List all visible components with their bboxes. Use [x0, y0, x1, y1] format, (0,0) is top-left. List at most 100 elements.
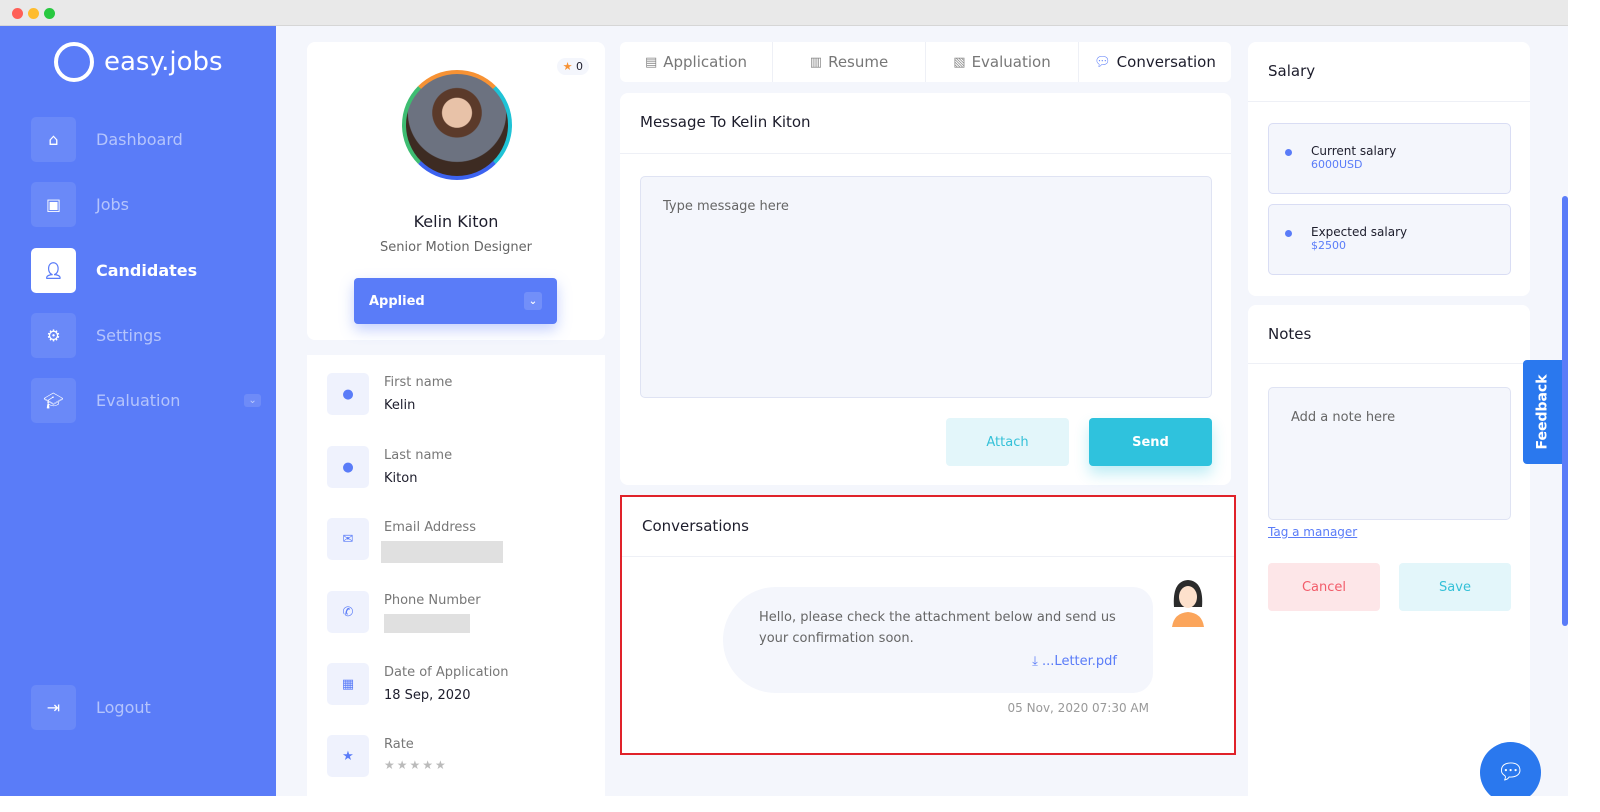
profile-card: ★ 0 Kelin Kiton Senior Motion Designer A… — [307, 42, 605, 340]
sidebar-item-jobs[interactable]: ▣ Jobs — [31, 182, 129, 227]
phone-field: ✆ Phone Number — [327, 591, 481, 633]
home-icon: ⌂ — [31, 117, 76, 162]
star-icon: ★ — [562, 60, 573, 73]
bullet-icon — [1285, 149, 1292, 156]
maximize-window-button[interactable] — [44, 8, 55, 19]
salary-value: 6000USD — [1311, 158, 1363, 171]
user-icon: 👤︎ — [31, 248, 76, 293]
clipboard-icon: ▧ — [953, 54, 966, 70]
field-label: Date of Application — [384, 665, 509, 680]
sidebar-item-dashboard[interactable]: ⌂ Dashboard — [31, 117, 183, 162]
message-bubble: Hello, please check the attachment below… — [723, 587, 1153, 693]
tab-label: Application — [663, 53, 748, 71]
chevron-down-icon: ⌄ — [524, 292, 542, 310]
field-value: Kelin — [384, 398, 416, 413]
rating-badge: ★ 0 — [556, 58, 589, 75]
message-placeholder: Type message here — [663, 199, 789, 214]
conversations-title: Conversations — [622, 497, 1234, 557]
salary-title: Salary — [1248, 42, 1530, 102]
salary-label: Current salary — [1311, 144, 1397, 158]
download-icon: ⤓ — [1032, 654, 1038, 669]
nav-label: Dashboard — [96, 130, 183, 149]
cancel-button[interactable]: Cancel — [1268, 563, 1380, 611]
sidebar-item-settings[interactable]: ⚙ Settings — [31, 313, 162, 358]
document-icon: ▤ — [644, 54, 658, 70]
notes-title: Notes — [1248, 305, 1530, 364]
sidebar: easy.jobs ⌂ Dashboard ▣ Jobs 👤︎ Candidates … — [0, 26, 276, 796]
message-title: Message To Kelin Kiton — [620, 93, 1231, 154]
tag-manager-link[interactable]: Tag a manager — [1268, 525, 1357, 539]
graduation-cap-icon: 🎓︎ — [31, 378, 76, 423]
user-icon: ● — [327, 373, 369, 415]
note-placeholder: Add a note here — [1291, 410, 1396, 425]
tab-evaluation[interactable]: ▧ Evaluation — [926, 42, 1079, 82]
logout-button[interactable]: ⇥ Logout — [31, 685, 151, 730]
close-window-button[interactable] — [12, 8, 23, 19]
minimize-window-button[interactable] — [28, 8, 39, 19]
send-button[interactable]: Send — [1089, 418, 1212, 466]
salary-card: Salary Current salary 6000USD Expected sa… — [1248, 42, 1530, 296]
sender-avatar-icon — [1172, 580, 1204, 627]
field-label: Rate — [384, 737, 414, 752]
scrollbar[interactable] — [1562, 196, 1568, 626]
expected-salary: Expected salary $2500 — [1268, 204, 1511, 275]
nav-label: Candidates — [96, 261, 198, 280]
nav-label: Logout — [96, 698, 151, 717]
message-input[interactable]: Type message here — [640, 176, 1212, 398]
note-input[interactable]: Add a note here — [1268, 387, 1511, 520]
field-label: Phone Number — [384, 593, 481, 608]
rating-count: 0 — [576, 60, 583, 73]
attachment-name: ...Letter.pdf — [1042, 654, 1117, 669]
chevron-down-icon[interactable]: ⌄ — [244, 394, 261, 407]
sidebar-item-candidates[interactable]: 👤︎ Candidates — [31, 248, 197, 293]
redacted-phone — [384, 614, 470, 633]
attachment-link[interactable]: ⤓ ...Letter.pdf — [1032, 651, 1117, 672]
brand-name: easy.jobs — [104, 47, 223, 77]
logout-icon: ⇥ — [31, 685, 76, 730]
message-timestamp: 05 Nov, 2020 07:30 AM — [1007, 701, 1149, 715]
status-label: Applied — [369, 293, 425, 309]
tab-label: Conversation — [1116, 53, 1216, 71]
tab-conversation[interactable]: 💬︎ Conversation — [1079, 42, 1231, 82]
candidate-avatar — [402, 70, 512, 180]
tab-label: Evaluation — [971, 53, 1051, 71]
message-card: Message To Kelin Kiton Type message here… — [620, 93, 1231, 485]
logo[interactable]: easy.jobs — [54, 42, 223, 82]
app-window: easy.jobs ⌂ Dashboard ▣ Jobs 👤︎ Candidates … — [0, 26, 1568, 796]
conversations-card: Conversations Hello, please check the at… — [620, 495, 1236, 755]
current-salary: Current salary 6000USD — [1268, 123, 1511, 194]
nav-label: Jobs — [96, 195, 129, 214]
email-field: ✉ Email Address — [327, 518, 503, 563]
bullet-icon — [1285, 230, 1292, 237]
briefcase-icon: ▣ — [31, 182, 76, 227]
salary-label: Expected salary — [1311, 225, 1408, 239]
window-titlebar — [0, 0, 1568, 26]
rating-stars[interactable]: ★★★★★ — [384, 758, 448, 772]
star-icon: ★ — [327, 735, 369, 777]
tab-resume[interactable]: ▥ Resume — [773, 42, 926, 82]
notes-card: Notes Add a note here Tag a manager Canc… — [1248, 305, 1530, 796]
nav-label: Evaluation — [96, 391, 181, 410]
envelope-icon: ✉ — [327, 518, 369, 560]
field-label: Last name — [384, 448, 453, 463]
status-dropdown[interactable]: Applied ⌄ — [354, 278, 557, 324]
tab-application[interactable]: ▤ Application — [620, 42, 773, 82]
attach-button[interactable]: Attach — [946, 418, 1069, 466]
candidate-role: Senior Motion Designer — [380, 240, 532, 255]
feedback-tab[interactable]: Feedback — [1523, 360, 1563, 464]
candidate-details: ● First name Kelin ● Last name Kiton ✉ Email … — [307, 355, 605, 796]
chat-widget-button[interactable]: 💬︎ — [1480, 742, 1541, 796]
rate-field: ★ Rate ★★★★★ — [327, 735, 448, 777]
user-icon: ● — [327, 446, 369, 488]
save-button[interactable]: Save — [1399, 563, 1511, 611]
nav-label: Settings — [96, 326, 162, 345]
calendar-icon: ▦ — [327, 663, 369, 705]
field-value: 18 Sep, 2020 — [384, 688, 471, 703]
date-field: ▦ Date of Application 18 Sep, 2020 — [327, 663, 509, 705]
sidebar-item-evaluation[interactable]: 🎓︎ Evaluation ⌄ — [31, 378, 261, 423]
tab-label: Resume — [828, 53, 889, 71]
feedback-label: Feedback — [1535, 374, 1551, 450]
redacted-email — [381, 541, 503, 563]
tab-bar: ▤ Application ▥ Resume ▧ Evaluation 💬︎ Conve… — [620, 42, 1231, 82]
salary-value: $2500 — [1311, 239, 1346, 252]
